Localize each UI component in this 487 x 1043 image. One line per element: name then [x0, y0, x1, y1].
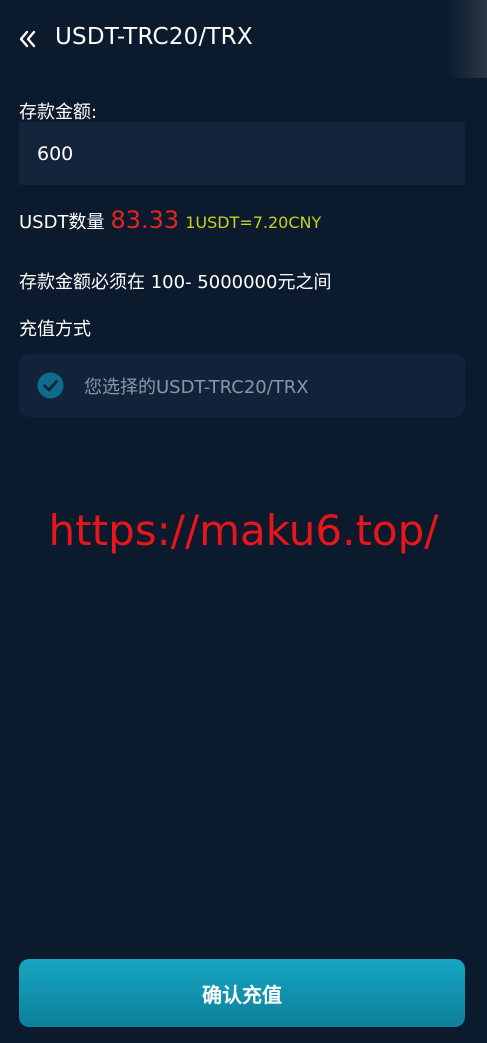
payment-method-option[interactable]: 您选择的USDT-TRC20/TRX — [19, 354, 465, 417]
back-button[interactable] — [16, 27, 40, 51]
exchange-rate: 1USDT=7.20CNY — [185, 213, 322, 232]
check-circle-icon — [37, 372, 64, 399]
page-title: USDT-TRC20/TRX — [55, 24, 253, 50]
confirm-deposit-button[interactable]: 确认充值 — [19, 959, 465, 1027]
deposit-amount-input[interactable] — [19, 122, 465, 185]
usdt-quantity-row: USDT数量 83.33 1USDT=7.20CNY — [19, 206, 321, 240]
header-glow — [447, 0, 487, 78]
payment-method-label: 充值方式 — [19, 319, 91, 340]
payment-method-text: 您选择的USDT-TRC20/TRX — [84, 376, 309, 398]
deposit-range-note: 存款金额必须在 100- 5000000元之间 — [19, 272, 332, 293]
top-bar: USDT-TRC20/TRX — [0, 0, 487, 78]
double-chevron-left-icon — [19, 30, 36, 48]
usdt-quantity-value: 83.33 — [110, 206, 180, 234]
watermark-url: https://maku6.top/ — [48, 506, 439, 555]
deposit-amount-label: 存款金额: — [19, 102, 98, 123]
usdt-quantity-label: USDT数量 — [19, 212, 105, 233]
